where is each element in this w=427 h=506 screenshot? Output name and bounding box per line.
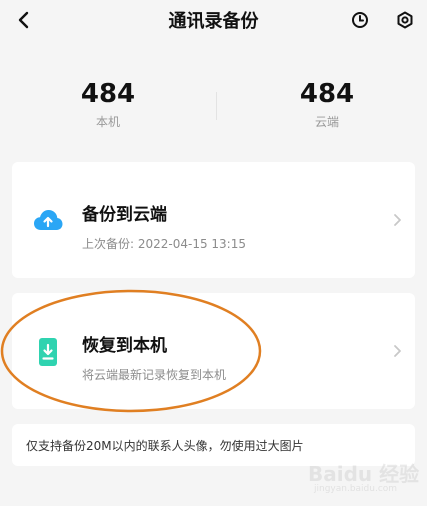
contacts-backup-screen: 通讯录备份 484 本机 484 云端 备份到云端 上次备份: 2022-04-… <box>0 0 427 506</box>
cloud-count-value: 484 <box>299 79 355 109</box>
gear-icon <box>397 11 413 29</box>
watermark-url: jingyan.baidu.com <box>314 484 398 494</box>
cloud-upload-icon <box>34 210 63 230</box>
cloud-count: 484 云端 <box>267 78 387 130</box>
clock-icon <box>352 12 368 28</box>
counts-divider <box>216 92 217 120</box>
settings-button[interactable] <box>389 4 421 36</box>
local-count: 484 本机 <box>48 78 168 130</box>
contact-counts: 484 本机 484 云端 <box>0 78 427 138</box>
backup-card-title: 备份到云端 <box>82 205 167 225</box>
watermark-main-text: Baidu 经验 <box>308 462 420 486</box>
header: 通讯录备份 <box>0 0 427 42</box>
history-button[interactable] <box>344 4 376 36</box>
chevron-right-icon <box>394 214 401 226</box>
notice-text: 仅支持备份20M以内的联系人头像，勿使用过大图片 <box>26 439 304 453</box>
local-count-value: 484 <box>80 79 136 109</box>
backup-to-cloud-card[interactable]: 备份到云端 上次备份: 2022-04-15 13:15 <box>12 162 415 278</box>
annotation-ellipse <box>0 289 262 413</box>
baidu-watermark: Baidu 经验 jingyan.baidu.com <box>300 456 420 500</box>
local-count-label: 本机 <box>95 115 120 129</box>
chevron-right-icon <box>394 345 401 357</box>
cloud-count-label: 云端 <box>314 115 339 129</box>
last-backup-time: 上次备份: 2022-04-15 13:15 <box>82 237 246 251</box>
